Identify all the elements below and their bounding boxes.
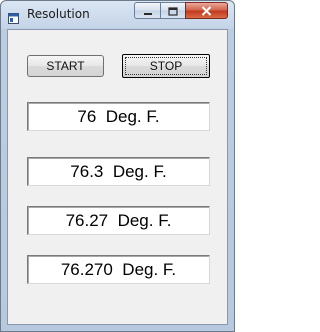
readout-integer: 76 Deg. F. (27, 102, 210, 131)
readout-three-decimals: 76.270 Deg. F. (27, 255, 210, 284)
stop-button[interactable]: STOP (122, 54, 210, 78)
maximize-button[interactable] (160, 2, 185, 19)
window-title: Resolution (27, 7, 90, 21)
minimize-icon (143, 1, 153, 20)
close-button[interactable] (185, 2, 228, 19)
title-bar[interactable]: Resolution (1, 1, 234, 29)
readout-one-decimal: 76.3 Deg. F. (27, 157, 210, 186)
close-icon (201, 1, 212, 20)
minimize-button[interactable] (134, 2, 160, 19)
app-window-icon (8, 9, 19, 24)
caption-buttons (134, 2, 228, 19)
start-button[interactable]: START (27, 55, 104, 77)
client-area: START STOP 76 Deg. F. 76.3 Deg. F. 76.27… (7, 29, 228, 325)
focus-rectangle (125, 57, 207, 75)
readout-two-decimals: 76.27 Deg. F. (27, 206, 210, 235)
app-window: Resolution START STOP 76 Deg. F. 76.3 De… (0, 0, 235, 332)
maximize-icon (168, 1, 178, 20)
